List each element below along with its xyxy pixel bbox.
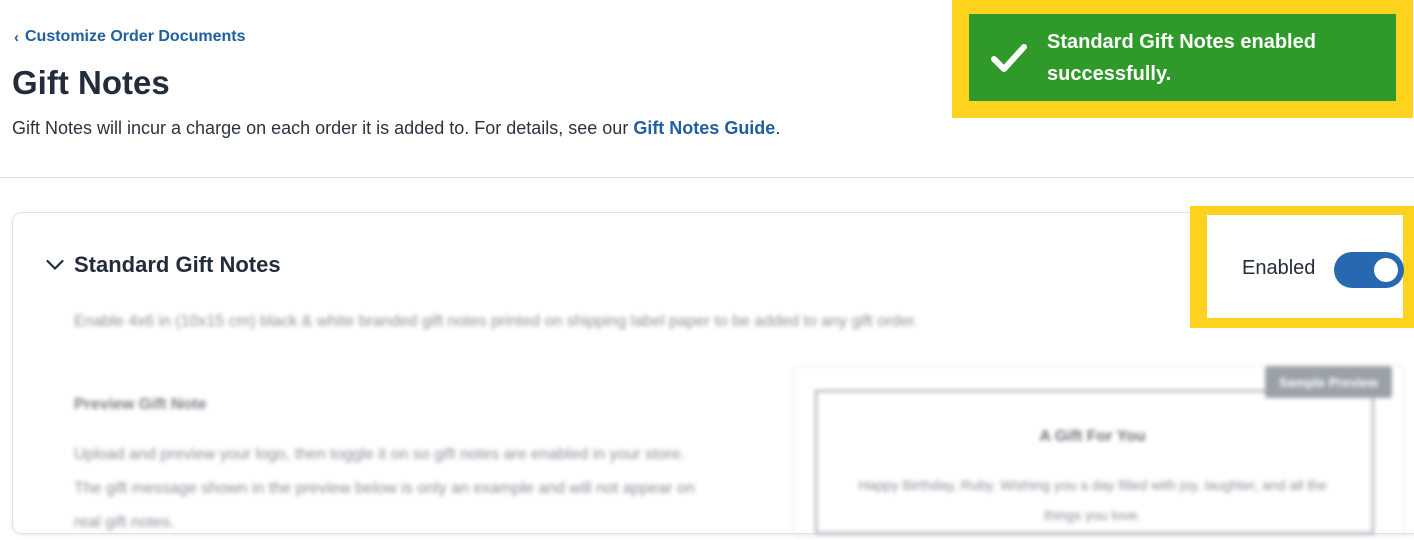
toggle-highlight: Enabled <box>1190 206 1414 328</box>
toggle-knob <box>1374 258 1398 282</box>
preview-instructions: Upload and preview your logo, then toggl… <box>74 446 695 531</box>
section-description: Enable 4x6 in (10x15 cm) black & white b… <box>74 313 919 330</box>
standard-gift-notes-header[interactable]: Standard Gift Notes <box>46 252 281 278</box>
page-title: Gift Notes <box>12 64 170 101</box>
back-link-customize-order-documents[interactable]: ‹ Customize Order Documents <box>14 28 245 46</box>
success-toast: Standard Gift Notes enabled successfully… <box>969 14 1396 101</box>
gift-note-title: A Gift For You <box>1039 428 1146 445</box>
sample-preview-tag: Sample Preview <box>1265 366 1392 398</box>
check-icon <box>991 43 1027 72</box>
divider <box>0 177 1414 178</box>
intro-text-end: . <box>775 118 781 138</box>
section-title: Standard Gift Notes <box>74 252 281 277</box>
toast-message: Standard Gift Notes enabled successfully… <box>1047 30 1316 85</box>
intro-text-body: Gift Notes will incur a charge on each o… <box>12 118 634 138</box>
toggle-container: Enabled <box>1207 215 1404 318</box>
chevron-down-icon <box>46 259 64 271</box>
gift-note-body: Happy Birthday, Ruby. Wishing you a day … <box>858 477 1327 523</box>
preview-heading: Preview Gift Note <box>74 396 207 413</box>
chevron-left-icon: ‹ <box>14 28 19 46</box>
toast-highlight: Standard Gift Notes enabled successfully… <box>952 0 1413 118</box>
back-link-label: Customize Order Documents <box>25 28 246 45</box>
toggle-label: Enabled <box>1242 257 1316 279</box>
gift-notes-guide-link[interactable]: Gift Notes Guide <box>633 118 775 138</box>
intro-text: Gift Notes will incur a charge on each o… <box>12 118 780 139</box>
enabled-toggle[interactable] <box>1334 252 1404 288</box>
